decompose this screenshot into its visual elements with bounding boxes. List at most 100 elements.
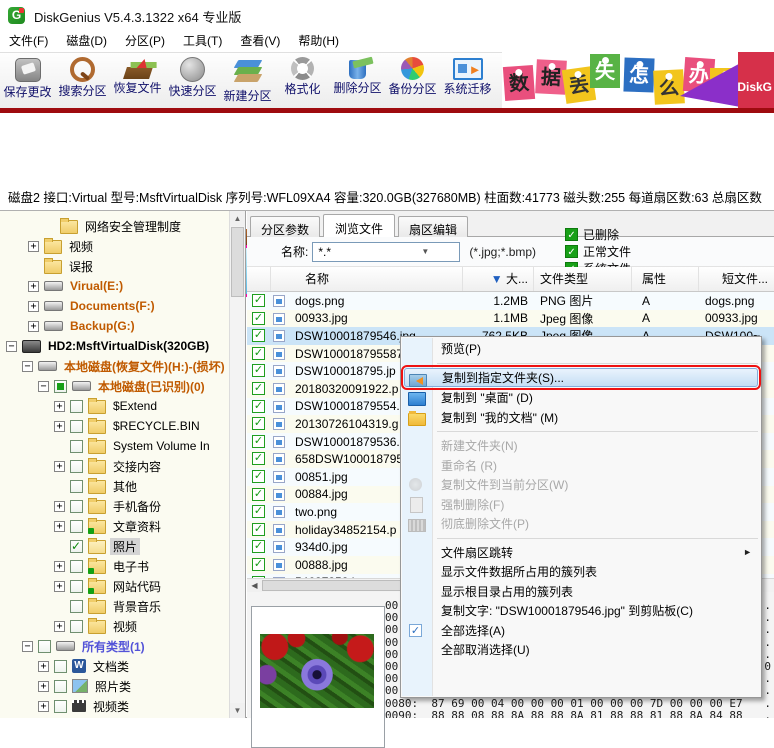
chevron-down-icon[interactable]: ▼ (386, 247, 459, 256)
expand-plus-icon[interactable]: + (28, 320, 39, 332)
context-menu-item[interactable]: 文件扇区跳转 ► (401, 543, 761, 563)
row-checkbox[interactable]: ✓ (252, 487, 265, 501)
tree-item[interactable]: + 交接内容 (0, 456, 245, 476)
expand-plus-icon[interactable]: + (54, 580, 65, 592)
scroll-down-arrow-icon[interactable]: ▼ (230, 703, 245, 718)
context-menu-item[interactable]: 复制到指定文件夹(S)... (401, 364, 761, 390)
expand-plus-icon[interactable]: + (54, 460, 65, 472)
tree-item[interactable]: + 文章资料 (0, 516, 245, 536)
tree-checkbox[interactable] (54, 379, 67, 393)
context-menu-item[interactable]: 显示文件数据所占用的簇列表 (401, 562, 761, 582)
checkbox-checked-icon[interactable]: ✓ (565, 245, 579, 258)
expand-plus-icon[interactable]: + (54, 420, 65, 432)
scroll-left-arrow-icon[interactable]: ◀ (247, 579, 262, 592)
menubar-item[interactable]: 工具(T) (174, 30, 231, 52)
tree-item[interactable]: + 电子书 (0, 556, 245, 576)
tree-checkbox[interactable] (70, 579, 83, 593)
expand-plus-icon[interactable]: + (38, 680, 49, 692)
row-checkbox[interactable]: ✓ (252, 522, 265, 536)
tree-item[interactable]: − HD2:MsftVirtualDisk(320GB) (0, 336, 245, 356)
tree-item[interactable]: 网络安全管理制度 (0, 216, 245, 236)
tree-checkbox[interactable] (70, 399, 83, 413)
expand-plus-icon[interactable]: + (54, 620, 65, 632)
toolbar-button-7[interactable]: 删除分区 (330, 53, 385, 109)
row-checkbox[interactable]: ✓ (252, 329, 265, 343)
row-checkbox[interactable]: ✓ (252, 452, 265, 466)
header-shortname-column[interactable]: 短文件... (699, 267, 774, 291)
header-name-column[interactable]: 名称 (271, 267, 463, 291)
tree-item[interactable]: 其他 (0, 476, 245, 496)
tree-item[interactable]: + $Extend (0, 396, 245, 416)
toolbar-button-5[interactable]: 新建分区 (220, 53, 275, 109)
collapse-minus-icon[interactable]: − (38, 380, 49, 392)
tree-checkbox[interactable] (54, 659, 67, 673)
toolbar-button-6[interactable]: 格式化 (275, 53, 330, 109)
toolbar-button-1[interactable]: 保存更改 (0, 53, 55, 109)
header-size-column[interactable]: ▼ 大... (463, 267, 534, 291)
expand-plus-icon[interactable]: + (38, 660, 49, 672)
context-menu-item[interactable]: 复制文字: "DSW10001879546.jpg" 到剪贴板(C) (401, 601, 761, 621)
row-checkbox[interactable]: ✓ (252, 399, 265, 413)
expand-plus-icon[interactable]: + (54, 500, 65, 512)
tree-item[interactable]: + Backup(G:) (0, 316, 245, 336)
expand-plus-icon[interactable]: + (28, 240, 39, 252)
tree-checkbox[interactable] (70, 619, 83, 633)
tree-checkbox[interactable] (70, 419, 83, 433)
tree-checkbox[interactable] (70, 519, 83, 533)
context-menu-item[interactable]: 复制到 "我的文档" (M) (401, 408, 761, 428)
menubar-item[interactable]: 磁盘(D) (57, 30, 116, 52)
tree-item[interactable]: 背景音乐 (0, 596, 245, 616)
collapse-minus-icon[interactable]: − (22, 360, 33, 372)
tree-item[interactable]: System Volume In (0, 436, 245, 456)
context-menu-item[interactable]: ✓ 全部选择(A) (401, 621, 761, 641)
header-attr-column[interactable]: 属性 (632, 267, 699, 291)
tree-item[interactable]: + 视频 (0, 236, 245, 256)
context-menu-item[interactable]: 全部取消选择(U) (401, 640, 761, 660)
tree-checkbox[interactable] (70, 459, 83, 473)
row-checkbox[interactable]: ✓ (252, 557, 265, 571)
tree-checkbox[interactable] (54, 679, 67, 693)
tree-checkbox[interactable] (54, 699, 67, 713)
toolbar-button-2[interactable]: 搜索分区 (55, 53, 110, 109)
toolbar-button-9[interactable]: 系统迁移 (440, 53, 495, 109)
filter-pattern-combobox[interactable]: *.* ▼ (312, 241, 461, 262)
row-checkbox[interactable]: ✓ (252, 364, 265, 378)
menubar-item[interactable]: 帮助(H) (289, 30, 348, 52)
table-row[interactable]: ✓ 00933.jpg 1.1MB Jpeg 图像 A 00933.jpg (247, 309, 774, 328)
expand-plus-icon[interactable]: + (28, 300, 39, 312)
tree-item[interactable]: + W 文档类 (0, 656, 245, 676)
context-menu-item[interactable]: 显示根目录占用的簇列表 (401, 582, 761, 602)
tree-item[interactable]: − 所有类型(1) (0, 636, 245, 656)
tree-item[interactable]: + 照片类 (0, 676, 245, 696)
menubar-item[interactable]: 分区(P) (116, 30, 174, 52)
checkbox-checked-icon[interactable]: ✓ (565, 228, 579, 241)
tree-scrollbar[interactable]: ▲ ▼ (229, 211, 245, 718)
row-checkbox[interactable]: ✓ (252, 505, 265, 519)
ad-banner[interactable]: 数据丢失怎么办! DiskG (502, 52, 774, 108)
row-checkbox[interactable]: ✓ (252, 469, 265, 483)
row-checkbox[interactable]: ✓ (252, 294, 265, 307)
expand-plus-icon[interactable]: + (54, 400, 65, 412)
tree-item[interactable]: + $RECYCLE.BIN (0, 416, 245, 436)
tree-item[interactable]: + Virual(E:) (0, 276, 245, 296)
tree-checkbox[interactable] (70, 539, 83, 553)
scroll-up-arrow-icon[interactable]: ▲ (230, 211, 245, 226)
tree-checkbox[interactable] (70, 499, 83, 513)
menubar-item[interactable]: 文件(F) (0, 30, 57, 52)
toolbar-button-3[interactable]: 恢复文件 (110, 53, 165, 109)
tree-item[interactable]: − 本地磁盘(已识别)(0) (0, 376, 245, 396)
tree-checkbox[interactable] (70, 559, 83, 573)
expand-plus-icon[interactable]: + (54, 560, 65, 572)
tree-item[interactable]: + 视频类 (0, 696, 245, 716)
collapse-minus-icon[interactable]: − (22, 640, 33, 652)
context-menu-item[interactable]: 预览(P) (401, 339, 761, 359)
table-row[interactable]: ✓ dogs.png 1.2MB PNG 图片 Adogs.png (247, 292, 774, 310)
tree-item[interactable]: − 本地磁盘(恢复文件)(H:)-(损坏) (0, 356, 245, 376)
row-checkbox[interactable]: ✓ (252, 346, 265, 360)
row-checkbox[interactable]: ✓ (252, 381, 265, 395)
tree-checkbox[interactable] (38, 639, 51, 653)
collapse-minus-icon[interactable]: − (6, 340, 17, 352)
filter-checkbox-已删除[interactable]: ✓ 已删除 (565, 226, 631, 243)
tree-item[interactable]: + 手机备份 (0, 496, 245, 516)
tree-item[interactable]: + 视频 (0, 616, 245, 636)
